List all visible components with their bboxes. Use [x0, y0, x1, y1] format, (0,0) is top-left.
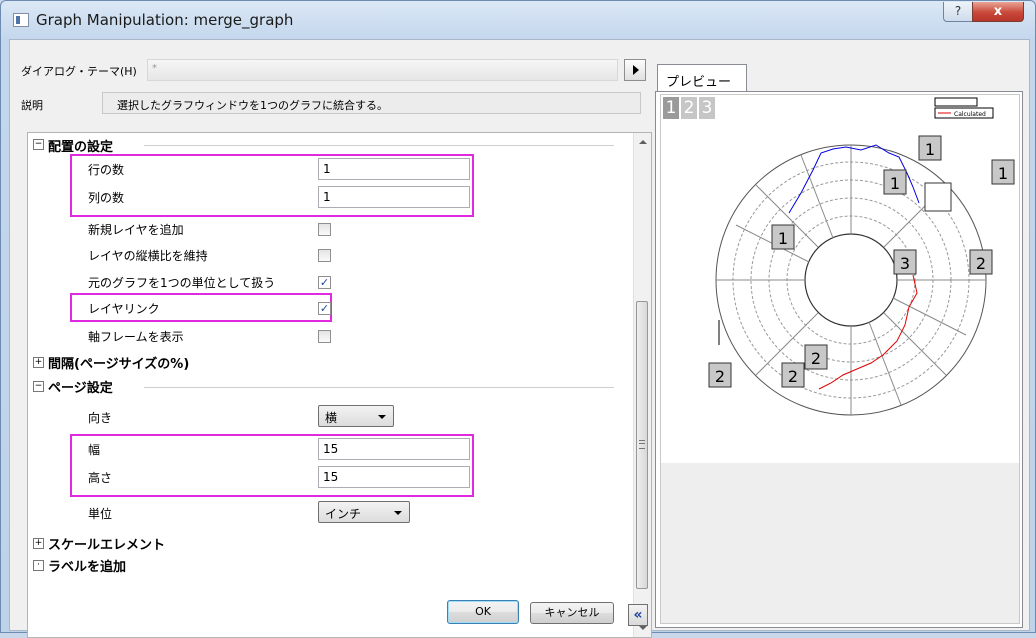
- description-text: 選択したグラフウィンドウを1つのグラフに統合する。: [117, 99, 388, 112]
- height-input[interactable]: 15: [318, 466, 470, 488]
- preview-empty-area: [661, 463, 1019, 623]
- settings-tree: − 配置の設定 行の数 1 列の数 1 新規レイヤを追加 レイヤの縦横比を維持 …: [27, 132, 652, 638]
- group-spacing: 間隔(ページサイズの%): [48, 357, 190, 372]
- title-bar[interactable]: Graph Manipulation: merge_graph ? x: [1, 1, 1035, 39]
- scroll-up-icon[interactable]: [639, 140, 647, 144]
- orientation-value: 横: [325, 411, 338, 425]
- collapse-page-icon[interactable]: −: [33, 381, 44, 392]
- window-title: Graph Manipulation: merge_graph: [36, 11, 294, 29]
- group-add-label: ラベルを追加: [48, 560, 127, 575]
- layer-tag-1: 1: [778, 229, 788, 248]
- tab-preview[interactable]: プレビュー: [657, 64, 747, 92]
- cols-input[interactable]: 1: [318, 186, 470, 208]
- theme-menu-button[interactable]: [624, 59, 646, 81]
- show-frame-label: 軸フレームを表示: [88, 330, 184, 344]
- expand-label-icon[interactable]: ·: [33, 560, 44, 571]
- group-divider: [144, 145, 614, 146]
- treat-unit-label: 元のグラフを1つの単位として扱う: [88, 276, 276, 290]
- width-input[interactable]: 15: [318, 438, 470, 460]
- app-icon: [13, 13, 29, 27]
- unit-value: インチ: [325, 507, 362, 521]
- layer-tag-1: 1: [998, 164, 1008, 183]
- scroll-thumb[interactable]: [636, 301, 648, 589]
- help-button[interactable]: ?: [943, 2, 973, 22]
- layer-tag-2: 2: [811, 349, 821, 368]
- orientation-select[interactable]: 横: [318, 405, 394, 427]
- add-layer-checkbox[interactable]: [318, 223, 331, 236]
- dialog-body: ダイアログ・テーマ(H) * 説明 選択したグラフウィンドウを1つのグラフに統合…: [9, 39, 1030, 638]
- unit-label: 単位: [88, 507, 113, 521]
- legend-calculated: Calculated: [954, 111, 986, 118]
- add-layer-label: 新規レイヤを追加: [88, 223, 184, 237]
- theme-combobox[interactable]: *: [147, 59, 618, 81]
- layer-link-label: レイヤリンク: [88, 302, 160, 316]
- orientation-label: 向き: [88, 411, 113, 425]
- keep-ratio-checkbox[interactable]: [318, 249, 331, 262]
- chevron-down-icon: [394, 511, 402, 515]
- layer-tag-1: 1: [925, 140, 935, 159]
- legend-box-top: [934, 97, 978, 107]
- description-box: 選択したグラフウィンドウを1つのグラフに統合する。: [102, 92, 641, 114]
- close-button[interactable]: x: [972, 2, 1024, 22]
- preview-panel: 1 2 3 1 1 1 1 3 2 2 2 2 Calculated: [655, 91, 1023, 628]
- description-label: 説明: [21, 99, 43, 112]
- width-label: 幅: [88, 443, 101, 457]
- cancel-button[interactable]: キャンセル: [530, 602, 614, 624]
- expand-scale-icon[interactable]: +: [33, 538, 44, 549]
- collapse-arrange-icon[interactable]: −: [33, 139, 44, 150]
- show-frame-checkbox[interactable]: [318, 330, 331, 343]
- layer-tag-2: 2: [715, 367, 725, 386]
- chevron-down-icon: [378, 415, 386, 419]
- group-scale: スケールエレメント: [48, 538, 166, 553]
- scroll-down-icon[interactable]: [639, 626, 647, 630]
- merged-graph-preview: 1 1 1 1 3 2 2 2 2 Calculated: [708, 97, 1015, 416]
- group-arrange: 配置の設定: [48, 140, 114, 155]
- cols-label: 列の数: [88, 191, 125, 205]
- keep-ratio-label: レイヤの縦横比を維持: [88, 249, 208, 263]
- rows-label: 行の数: [88, 163, 125, 177]
- group-divider: [144, 387, 614, 388]
- theme-label: ダイアログ・テーマ(H): [21, 65, 137, 78]
- collapse-preview-button[interactable]: «: [628, 604, 648, 626]
- group-page: ページ設定: [48, 381, 113, 396]
- rows-input[interactable]: 1: [318, 158, 470, 180]
- layer-tag-3: 3: [900, 254, 910, 273]
- theme-value: *: [152, 63, 157, 74]
- layer-tag-2: 2: [788, 367, 798, 386]
- preview-canvas: 1 2 3 1 1 1 1 3 2 2 2 2 Calculated: [660, 94, 1020, 624]
- tree-scrollbar[interactable]: [633, 133, 651, 637]
- layer-link-checkbox[interactable]: ✓: [318, 302, 331, 315]
- layer-tag-1: 1: [890, 174, 900, 193]
- treat-unit-checkbox[interactable]: ✓: [318, 276, 331, 289]
- axis-frame: [924, 182, 952, 212]
- layer-tag-2: 2: [976, 254, 986, 273]
- dialog-window: Graph Manipulation: merge_graph ? x ダイアロ…: [0, 0, 1036, 638]
- height-label: 高さ: [88, 471, 113, 485]
- ok-button[interactable]: OK: [447, 600, 519, 624]
- expand-spacing-icon[interactable]: +: [33, 357, 44, 368]
- unit-select[interactable]: インチ: [318, 501, 410, 523]
